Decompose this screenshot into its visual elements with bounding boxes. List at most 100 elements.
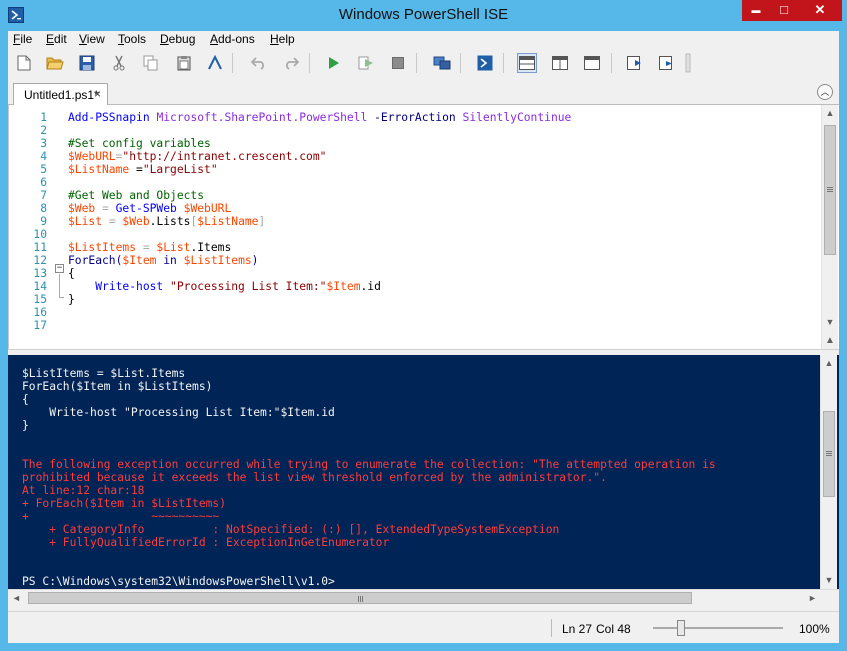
code-token: $ListItems	[68, 241, 137, 254]
scroll-down-icon[interactable]: ▼	[821, 572, 837, 589]
console-line: Write-host "Processing List Item:"$Item.…	[22, 406, 335, 419]
code-token: Write-host	[95, 280, 164, 293]
open-folder-icon[interactable]	[45, 53, 65, 73]
code-token: =	[129, 163, 143, 176]
scroll-thumb[interactable]	[823, 411, 835, 497]
remote-powershell-icon[interactable]	[432, 53, 452, 73]
code-token: Add-PSSnapin	[68, 111, 150, 124]
menu-view[interactable]: View	[79, 32, 105, 46]
code-token: $ListName	[197, 215, 259, 228]
console-line: {	[22, 393, 29, 406]
copy-icon[interactable]	[141, 53, 161, 73]
code-token: #Set config variables	[68, 137, 211, 150]
toolbar-separator	[416, 53, 417, 73]
line-number: 6	[40, 176, 47, 189]
scroll-left-icon[interactable]: ◄	[8, 590, 25, 607]
collapse-script-pane-icon[interactable]: ︿	[817, 84, 833, 100]
toolbar-overflow-icon[interactable]	[684, 53, 692, 73]
scroll-up-icon[interactable]: ▲	[821, 355, 837, 372]
thumb-grip	[826, 451, 832, 452]
stop-icon[interactable]	[388, 53, 408, 73]
menu-file[interactable]: File	[13, 32, 32, 46]
undo-icon[interactable]	[249, 53, 269, 73]
code-token: $Item	[326, 280, 361, 293]
tab-untitled1[interactable]: Untitled1.ps1* ×	[13, 83, 108, 106]
code-line: Add-PSSnapin Microsoft.SharePoint.PowerS…	[68, 111, 571, 124]
code-line: $ListName ="LargeList"	[68, 163, 218, 176]
menu-tools[interactable]: Tools	[118, 32, 146, 46]
toolbar-separator	[232, 53, 233, 73]
menu-debug-accel: D	[160, 32, 169, 46]
thumb-grip	[826, 453, 832, 454]
powershell-console-icon[interactable]	[475, 53, 495, 73]
show-command-addon-icon[interactable]	[657, 53, 677, 73]
thumb-grip	[827, 187, 833, 188]
menu-tools-label: ools	[124, 32, 147, 46]
zoom-slider-thumb[interactable]	[677, 620, 685, 636]
code-token: $List	[156, 241, 191, 254]
editor-vertical-scrollbar[interactable]: ▲ ▼ ▲	[821, 105, 838, 349]
minimize-button[interactable]: ▬	[742, 0, 770, 21]
code-token: in	[156, 254, 184, 267]
scroll-thumb[interactable]	[824, 125, 836, 255]
code-token: Get-SPWeb	[115, 202, 177, 215]
thumb-grip	[362, 596, 363, 602]
maximize-button[interactable]: □	[770, 0, 798, 21]
scroll-thumb[interactable]	[28, 592, 692, 604]
fold-toggle-icon[interactable]: −	[55, 264, 64, 273]
redo-icon[interactable]	[281, 53, 301, 73]
console-error-line: + ForEach($Item in $ListItems)	[22, 497, 227, 510]
new-file-icon[interactable]	[14, 53, 34, 73]
console-pane[interactable]: $ListItems = $List.Items ForEach($Item in…	[8, 355, 839, 589]
code-token: =	[95, 202, 116, 215]
scroll-down-icon[interactable]: ▼	[822, 314, 838, 331]
console-vertical-scrollbar[interactable]: ▲ ▼	[820, 355, 837, 589]
menu-add-ons[interactable]: Add-ons	[210, 32, 255, 46]
menu-help[interactable]: Help	[270, 32, 295, 46]
menu-add-ons-accel: A	[210, 32, 219, 46]
show-script-pane-maximized-icon[interactable]	[582, 53, 602, 73]
code-line: #Set config variables	[68, 137, 211, 150]
zoom-slider-track[interactable]	[653, 627, 783, 629]
code-token: {	[68, 267, 75, 280]
code-token: $WebURL	[183, 202, 232, 215]
title-bar[interactable]: Windows PowerShell ISE ▬ □ ✕	[0, 0, 847, 31]
line-number: 4	[40, 150, 47, 163]
line-number: 8	[40, 202, 47, 215]
show-script-pane-right-icon[interactable]	[550, 53, 570, 73]
script-tab-strip: Untitled1.ps1* × ︿	[8, 78, 839, 106]
code-token: -ErrorAction	[374, 111, 456, 124]
code-line: #Get Web and Objects	[68, 189, 204, 202]
code-token: "LargeList"	[142, 163, 218, 176]
toolbar-separator	[460, 53, 461, 73]
menu-help-label: elp	[278, 32, 295, 46]
cut-icon[interactable]	[109, 53, 129, 73]
tab-close-icon[interactable]: ×	[94, 87, 101, 101]
run-selection-icon[interactable]	[356, 53, 376, 73]
scroll-right-icon[interactable]: ►	[804, 590, 821, 607]
show-script-pane-top-icon[interactable]	[517, 53, 537, 73]
scroll-up-icon[interactable]: ▲	[822, 105, 838, 122]
line-number: 12	[33, 254, 47, 267]
toolbar-separator	[503, 53, 504, 73]
clear-console-icon[interactable]	[205, 53, 225, 73]
script-editor[interactable]: 1 2 3 4 5 6 7 8 9 10 11 12 13 14 15 16 17 − Add-PSSnapin…	[8, 105, 839, 349]
menu-file-label: ile	[20, 32, 33, 46]
thumb-grip	[360, 596, 361, 602]
save-icon[interactable]	[77, 53, 97, 73]
show-command-window-icon[interactable]	[625, 53, 645, 73]
paste-icon[interactable]	[174, 53, 194, 73]
close-button[interactable]: ✕	[798, 0, 842, 21]
line-number: 3	[40, 137, 47, 150]
scroll-up-icon[interactable]: ▲	[822, 332, 838, 349]
line-number: 1	[40, 111, 47, 124]
menu-debug[interactable]: Debug	[160, 32, 195, 46]
tab-label: Untitled1.ps1*	[24, 88, 99, 102]
menu-edit[interactable]: Edit	[46, 32, 67, 46]
code-token: "Processing List Item:"	[170, 280, 327, 293]
console-line: $ListItems = $List.Items	[22, 367, 186, 380]
console-horizontal-scrollbar[interactable]: ◄ ►	[8, 589, 839, 606]
run-script-icon[interactable]	[324, 53, 344, 73]
